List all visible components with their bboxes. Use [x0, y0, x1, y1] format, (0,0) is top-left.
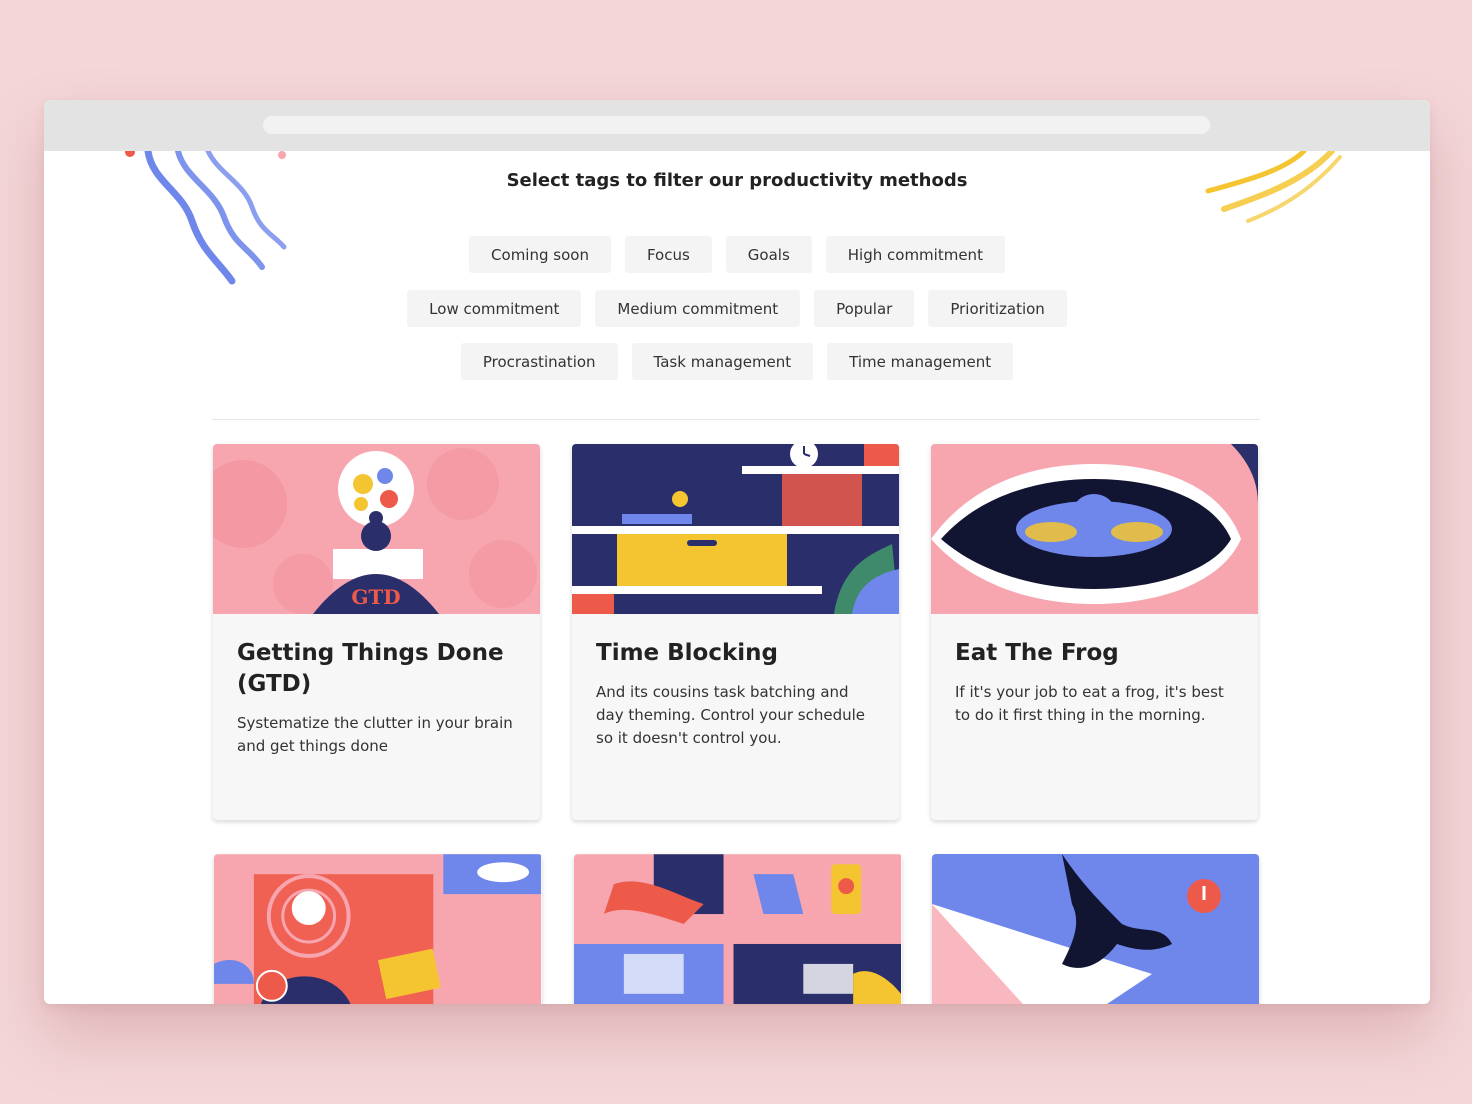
- card-description-time-blocking: And its cousins task batching and day th…: [596, 683, 866, 747]
- method-card-time-blocking[interactable]: Time Blocking And its cousins task batch…: [572, 444, 899, 820]
- gtd-illustration: GTD: [213, 444, 540, 614]
- tag-goals[interactable]: Goals: [725, 236, 812, 273]
- browser-window: Select tags to filter our productivity m…: [44, 100, 1430, 1004]
- time-blocking-illustration: [572, 444, 899, 614]
- tag-coming-soon[interactable]: Coming soon: [469, 236, 611, 273]
- card-title-time-blocking: Time Blocking: [596, 640, 779, 666]
- page-heading: Select tags to filter our productivity m…: [506, 170, 968, 191]
- section-divider: [212, 419, 1260, 420]
- card-description-gtd: Systematize the clutter in your brain an…: [237, 714, 513, 755]
- tag-focus[interactable]: Focus: [624, 236, 712, 273]
- tag-prioritization[interactable]: Prioritization: [928, 290, 1067, 327]
- tag-time-management[interactable]: Time management: [827, 343, 1014, 380]
- method-card-row2-3[interactable]: [932, 854, 1259, 1004]
- tag-popular[interactable]: Popular: [814, 290, 915, 327]
- tag-row-2: Low commitment Medium commitment Popular…: [44, 290, 1430, 327]
- address-bar[interactable]: [263, 116, 1210, 134]
- gtd-jacket-text: GTD: [351, 585, 400, 609]
- tag-low-commitment[interactable]: Low commitment: [407, 290, 582, 327]
- card-title-gtd: Getting Things Done (GTD): [237, 640, 504, 697]
- method-card-row2-2[interactable]: [574, 854, 902, 1004]
- eat-the-frog-illustration: [931, 444, 1258, 614]
- hands-workspace-illustration: [574, 854, 901, 1004]
- envelope-hand-illustration: [932, 854, 1259, 1004]
- method-card-gtd[interactable]: GTD Getting Things Done (GTD) Systematiz…: [213, 444, 540, 820]
- browser-toolbar: [44, 100, 1430, 151]
- squiggle-decoration-right: [1205, 151, 1342, 223]
- method-card-row2-1[interactable]: [214, 854, 542, 1004]
- tag-task-management[interactable]: Task management: [631, 343, 814, 380]
- card-description-eat-the-frog: If it's your job to eat a frog, it's bes…: [955, 683, 1224, 724]
- tag-row-3: Procrastination Task management Time man…: [44, 343, 1430, 380]
- tag-procrastination[interactable]: Procrastination: [460, 343, 618, 380]
- tag-row-1: Coming soon Focus Goals High commitment: [44, 236, 1430, 273]
- card-title-eat-the-frog: Eat The Frog: [955, 640, 1119, 666]
- method-card-eat-the-frog[interactable]: Eat The Frog If it's your job to eat a f…: [931, 444, 1258, 820]
- tag-medium-commitment[interactable]: Medium commitment: [595, 290, 801, 327]
- tag-high-commitment[interactable]: High commitment: [825, 236, 1005, 273]
- pomodoro-illustration: [214, 854, 541, 1004]
